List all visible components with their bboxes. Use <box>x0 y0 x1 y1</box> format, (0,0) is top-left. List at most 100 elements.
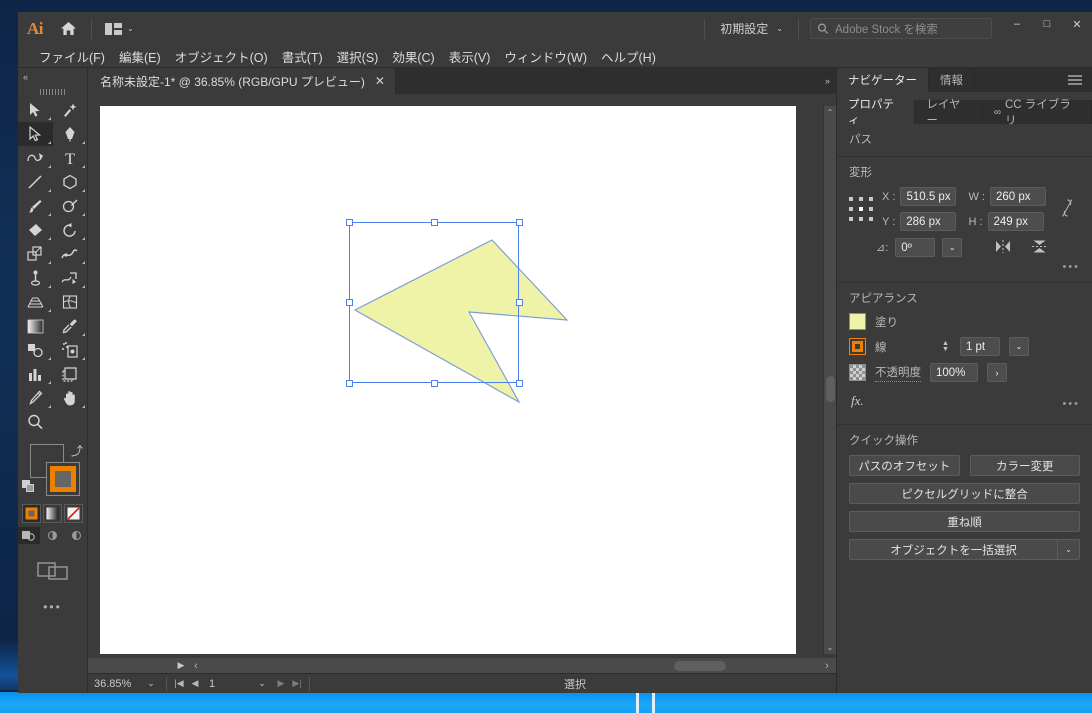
pen-tool[interactable] <box>53 122 88 146</box>
scroll-left-icon[interactable]: ‹ <box>188 660 204 672</box>
stroke-weight-input[interactable]: 1 pt <box>959 337 1000 356</box>
tab-info[interactable]: 情報 <box>929 68 975 92</box>
handle-bottom-right[interactable] <box>515 379 523 387</box>
recolor-artwork-button[interactable]: カラー変更 <box>969 455 1080 476</box>
type-tool[interactable]: T <box>53 146 88 170</box>
minimize-button[interactable]: – <box>1002 12 1032 36</box>
curvature-tool[interactable] <box>18 146 53 170</box>
menu-object[interactable]: オブジェクト(O) <box>168 45 275 68</box>
align-to-pixel-grid-button[interactable]: ピクセルグリッドに整合 <box>849 483 1080 504</box>
play-icon[interactable]: ▶ <box>174 660 188 671</box>
draw-inside-icon[interactable] <box>65 527 87 544</box>
flip-horizontal-icon[interactable] <box>994 239 1012 256</box>
prev-page-icon[interactable]: ◀ <box>187 678 203 689</box>
select-all-objects-chevron-icon[interactable]: ⌄ <box>1058 539 1080 560</box>
opacity-expand-icon[interactable]: › <box>987 363 1007 382</box>
menu-edit[interactable]: 編集(E) <box>112 45 168 68</box>
draw-behind-icon[interactable] <box>42 527 64 544</box>
menu-window[interactable]: ウィンドウ(W) <box>497 45 594 68</box>
scroll-up-icon[interactable]: ⌃ <box>824 106 836 119</box>
draw-normal-icon[interactable] <box>18 527 40 544</box>
panels-expand-button[interactable]: » <box>825 68 836 94</box>
next-page-icon[interactable]: ▶ <box>273 678 289 689</box>
canvas-vertical-scrollbar[interactable]: ⌃ ⌄ <box>823 106 836 654</box>
slice-tool[interactable] <box>18 386 53 410</box>
magic-wand-tool[interactable] <box>53 98 88 122</box>
document-tab[interactable]: 名称未設定-1* @ 36.85% (RGB/GPU プレビュー) ✕ <box>88 68 396 94</box>
shaper-tool[interactable] <box>53 194 88 218</box>
scroll-right-icon[interactable]: › <box>818 660 836 672</box>
first-page-icon[interactable]: |◀ <box>171 678 187 689</box>
eraser-tool[interactable] <box>18 218 53 242</box>
canvas-horizontal-scrollbar[interactable]: ▶ ‹ › <box>88 658 836 673</box>
gradient-tool[interactable] <box>18 314 53 338</box>
scale-tool[interactable] <box>18 242 53 266</box>
close-button[interactable]: ✕ <box>1062 12 1092 36</box>
rectangle-tool[interactable] <box>53 170 88 194</box>
last-page-icon[interactable]: ▶| <box>289 678 305 689</box>
shape-builder-tool[interactable] <box>53 266 88 290</box>
direct-selection-tool[interactable] <box>18 122 53 146</box>
handle-bottom-center[interactable] <box>430 379 438 387</box>
free-transform-tool[interactable] <box>18 266 53 290</box>
mesh-tool[interactable] <box>53 290 88 314</box>
tab-navigator[interactable]: ナビゲーター <box>837 68 929 92</box>
stroke-weight-stepper[interactable]: ▲ ▼ <box>942 340 949 353</box>
handle-middle-left[interactable] <box>345 299 353 306</box>
default-fill-stroke-icon[interactable] <box>22 480 35 493</box>
angle-chevron-icon[interactable]: ⌄ <box>942 238 963 257</box>
change-screen-mode-icon[interactable] <box>18 558 87 582</box>
symbol-sprayer-tool[interactable] <box>53 338 88 362</box>
fx-button[interactable]: fx. <box>849 389 876 415</box>
handle-bottom-left[interactable] <box>345 379 353 387</box>
workspace-switcher[interactable]: 初期設定 ⌄ <box>712 17 791 40</box>
hand-tool[interactable] <box>53 386 88 410</box>
taskbar[interactable] <box>0 692 1092 713</box>
opacity-label[interactable]: 不透明度 <box>875 364 921 382</box>
maximize-button[interactable]: □ <box>1032 12 1062 36</box>
stroke-chevron-icon[interactable]: ⌄ <box>1008 337 1029 356</box>
tools-panel-grip[interactable] <box>18 85 87 98</box>
arrange-order-button[interactable]: 重ね順 <box>849 511 1080 532</box>
vertical-scroll-thumb[interactable] <box>826 376 835 402</box>
close-icon[interactable]: ✕ <box>375 74 385 88</box>
zoom-level-field[interactable]: 36.85% <box>88 678 140 690</box>
menu-view[interactable]: 表示(V) <box>442 45 498 68</box>
tab-layers[interactable]: レイヤー <box>915 99 983 127</box>
color-swatch-icon[interactable] <box>22 504 41 523</box>
blend-tool[interactable] <box>18 338 53 362</box>
menu-type[interactable]: 書式(T) <box>275 45 330 68</box>
handle-top-center[interactable] <box>430 218 438 226</box>
y-input[interactable]: 286 px <box>900 212 957 231</box>
handle-middle-right[interactable] <box>515 299 523 306</box>
tools-collapse-button[interactable]: « <box>18 68 87 85</box>
appearance-more-options[interactable]: ••• <box>876 394 1080 410</box>
opacity-swatch[interactable] <box>849 364 866 381</box>
artboard-tool[interactable] <box>53 362 88 386</box>
flip-vertical-icon[interactable] <box>1032 239 1048 257</box>
selection-tool[interactable] <box>18 98 53 122</box>
none-icon[interactable] <box>64 504 83 523</box>
zoom-chevron-icon[interactable]: ⌄ <box>140 678 162 689</box>
tab-cc-libraries[interactable]: ∞ CC ライブラリ <box>983 99 1092 127</box>
constrain-proportions-icon[interactable] <box>1061 197 1074 222</box>
width-tool[interactable] <box>53 242 88 266</box>
column-graph-tool[interactable] <box>18 362 53 386</box>
page-chevron-icon[interactable]: ⌄ <box>251 678 273 689</box>
fill-color-swatch[interactable] <box>849 313 866 330</box>
reference-point-grid[interactable] <box>849 197 873 221</box>
swap-fill-stroke-icon[interactable]: ⤴ <box>71 442 83 459</box>
paintbrush-tool[interactable] <box>18 194 53 218</box>
stroke-color-swatch[interactable] <box>849 338 866 355</box>
line-segment-tool[interactable] <box>18 170 53 194</box>
menu-file[interactable]: ファイル(F) <box>32 45 112 68</box>
scroll-down-icon[interactable]: ⌄ <box>824 641 836 654</box>
arrange-documents-icon[interactable]: ⌄ <box>99 21 140 37</box>
eyedropper-tool[interactable] <box>53 314 88 338</box>
menu-effect[interactable]: 効果(C) <box>385 45 441 68</box>
panel-menu-icon[interactable] <box>1058 68 1092 92</box>
gradient-icon[interactable] <box>43 504 62 523</box>
x-input[interactable]: 510.5 px <box>900 187 957 206</box>
stock-search-input[interactable]: Adobe Stock を検索 <box>810 18 992 39</box>
horizontal-scroll-thumb[interactable] <box>674 661 726 671</box>
